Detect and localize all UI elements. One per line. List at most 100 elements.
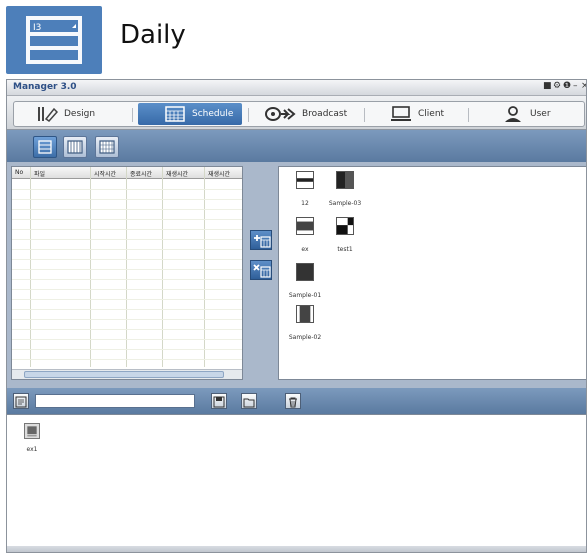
table-row-line	[12, 329, 242, 330]
minimize-button[interactable]: –	[573, 81, 578, 91]
table-row-line	[12, 309, 242, 310]
menu-item-schedule[interactable]: Schedule	[138, 103, 242, 125]
settings-icon[interactable]: ⚙	[553, 81, 561, 91]
column-divider	[204, 167, 205, 367]
add-schedule-icon	[254, 235, 271, 248]
table-row-line	[12, 339, 242, 340]
add-to-schedule-button[interactable]	[250, 230, 272, 250]
table-row-line	[12, 259, 242, 260]
remove-schedule-icon	[253, 264, 271, 278]
file-item-label: ex1	[26, 446, 38, 453]
monthly-view-icon	[99, 140, 115, 154]
column-header-end-time: 종료시간	[130, 171, 153, 178]
broadcast-icon	[265, 107, 296, 121]
column-divider	[90, 167, 91, 367]
tab-daily-view[interactable]	[33, 136, 57, 158]
schedule-file-list: ex1	[7, 414, 586, 546]
table-row-line	[12, 269, 242, 270]
content-item-label: 12	[301, 200, 309, 207]
page-title: Daily	[120, 20, 186, 50]
scrollbar-thumb[interactable]	[24, 371, 224, 378]
table-row-line	[12, 299, 242, 300]
column-divider	[162, 167, 163, 367]
horizontal-scrollbar[interactable]	[12, 369, 242, 379]
layout-thumbnail-icon	[296, 305, 314, 323]
menu-label-user: User	[530, 109, 551, 119]
title-bar: Manager 3.0 ■ ⚙ ❶ – ×	[7, 80, 586, 96]
layout-thumbnail-icon	[296, 263, 314, 281]
menu-item-broadcast[interactable]: Broadcast	[264, 103, 360, 125]
content-item[interactable]: ex	[283, 217, 327, 253]
save-button[interactable]	[211, 393, 227, 409]
content-item-label: Sample-02	[288, 334, 322, 341]
table-row-line	[12, 379, 243, 380]
schedule-file-icon	[24, 423, 40, 439]
svg-text:I3: I3	[33, 23, 41, 33]
table-row-line	[12, 249, 242, 250]
content-item-label: ex	[301, 246, 309, 253]
column-header-no: No	[15, 169, 24, 176]
content-item[interactable]: Sample-02	[283, 305, 327, 341]
menu-divider	[248, 108, 249, 122]
menu-item-client[interactable]: Client	[390, 103, 460, 125]
manager-window: Manager 3.0 ■ ⚙ ❶ – × Design	[6, 79, 587, 553]
table-row-line	[12, 189, 242, 190]
menu-item-user[interactable]: User	[502, 103, 572, 125]
file-item[interactable]: ex1	[17, 423, 47, 453]
table-row-line	[12, 349, 242, 350]
column-header-file: 파일	[34, 171, 46, 178]
content-item[interactable]: Sample-01	[283, 263, 327, 299]
file-toolbar	[7, 388, 586, 414]
daily-layout-icon: I3	[6, 6, 102, 74]
column-header-play-time: 재생시간	[166, 171, 189, 178]
menu-label-broadcast: Broadcast	[302, 109, 348, 119]
schedule-table[interactable]: No 파일 시작시간 종료시간 재생시간 재생시간	[11, 166, 243, 380]
table-row-line	[12, 319, 242, 320]
monitor-icon	[391, 106, 411, 121]
table-row-line	[12, 229, 242, 230]
content-item-label: Sample-03	[328, 200, 362, 207]
content-item[interactable]: 12	[283, 171, 327, 207]
delete-button[interactable]	[285, 393, 301, 409]
table-row-line	[12, 359, 242, 360]
main-menu: Design Schedule Broadcast Client User	[7, 96, 586, 130]
status-bar	[7, 546, 586, 552]
menu-divider	[468, 108, 469, 122]
menu-item-design[interactable]: Design	[36, 103, 126, 125]
content-item-label: Sample-01	[288, 292, 322, 299]
menu-divider	[364, 108, 365, 122]
menu-label-design: Design	[64, 109, 96, 119]
table-row-line	[12, 239, 242, 240]
content-item[interactable]: test1	[323, 217, 367, 253]
pin-icon[interactable]: ■	[543, 81, 552, 91]
content-item-label: test1	[337, 246, 353, 253]
layout-thumbnail-icon	[336, 171, 354, 189]
table-row-line	[12, 209, 242, 210]
open-button[interactable]	[241, 393, 257, 409]
table-row-line	[12, 279, 242, 280]
close-button[interactable]: ×	[581, 81, 586, 91]
view-toolbar	[7, 130, 586, 162]
menu-label-client: Client	[418, 109, 445, 119]
content-item[interactable]: Sample-03	[323, 171, 367, 207]
content-library: 12 Sample-03 ex test1 Sample-01 Sample-0…	[278, 166, 586, 380]
menu-track: Design Schedule Broadcast Client User	[13, 101, 585, 127]
screen: I3 Daily Manager 3.0 ■ ⚙ ❶ – × Design	[0, 0, 587, 553]
layout-thumbnail-icon	[296, 217, 314, 235]
rename-button[interactable]	[13, 393, 29, 409]
table-row-line	[12, 199, 242, 200]
folder-icon	[243, 398, 255, 408]
schedule-name-input[interactable]	[35, 394, 195, 408]
user-icon	[505, 106, 521, 122]
tab-weekly-view[interactable]	[63, 136, 87, 158]
design-icon	[38, 107, 58, 122]
tab-monthly-view[interactable]	[95, 136, 119, 158]
column-header-play-time-2: 재생시간	[208, 171, 231, 178]
daily-view-icon	[38, 140, 52, 154]
remove-from-schedule-button[interactable]	[250, 260, 272, 280]
trash-icon	[289, 397, 297, 408]
weekly-view-icon	[67, 140, 83, 154]
column-divider	[30, 167, 31, 367]
table-row-line	[12, 219, 242, 220]
info-icon[interactable]: ❶	[563, 81, 571, 91]
